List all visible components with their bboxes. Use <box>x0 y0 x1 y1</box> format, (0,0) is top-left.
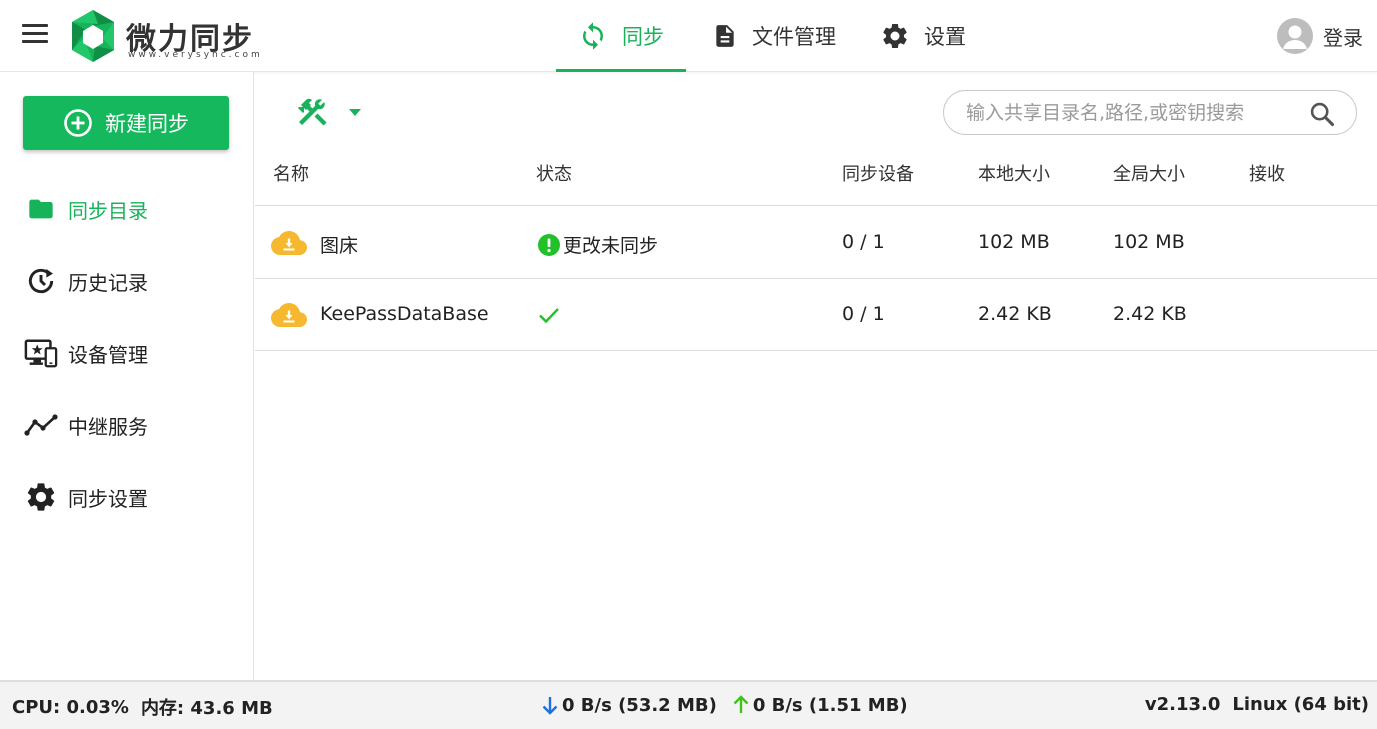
column-header-name[interactable]: 名称 <box>273 160 309 186</box>
sidebar-item-label: 同步设置 <box>68 486 148 511</box>
search-icon[interactable] <box>1308 100 1336 128</box>
status-cell <box>537 303 561 327</box>
sidebar-item-sync-folders[interactable]: 同步目录 <box>0 181 254 237</box>
avatar <box>1277 18 1313 54</box>
document-icon <box>716 25 734 47</box>
os-info: Linux (64 bit) <box>1232 694 1369 715</box>
tab-sync[interactable]: 同步 <box>556 0 686 72</box>
devices-icon <box>24 339 58 368</box>
download-arrow-icon <box>542 697 558 715</box>
folder-name[interactable]: 图床 <box>320 231 358 258</box>
checkmark-icon <box>539 308 559 324</box>
search-box[interactable] <box>943 90 1357 135</box>
search-input[interactable] <box>966 101 1286 124</box>
login-label: 登录 <box>1323 25 1363 50</box>
relay-line-icon <box>24 414 58 436</box>
table-row[interactable]: KeePassDataBase 0 / 1 2.42 KB 2.42 KB <box>255 279 1377 351</box>
column-header-devices[interactable]: 同步设备 <box>842 160 914 186</box>
login-button[interactable]: 登录 <box>1277 16 1363 56</box>
gear-icon <box>883 23 907 48</box>
upload-rate: 0 B/s (1.51 MB) <box>752 694 908 716</box>
new-sync-button[interactable]: 新建同步 <box>23 96 229 150</box>
sidebar-item-label: 中继服务 <box>68 414 148 439</box>
global-size: 102 MB <box>1113 231 1185 253</box>
version-info: v2.13.0 Linux (64 bit) <box>1145 694 1369 715</box>
logo-mark-icon <box>72 10 114 62</box>
app-logo[interactable]: 微力同步 www.verysync.com <box>68 8 268 64</box>
cloud-download-icon <box>271 303 307 327</box>
warning-icon <box>538 233 560 256</box>
plus-circle-icon <box>64 109 92 137</box>
hamburger-menu-icon[interactable] <box>22 24 48 46</box>
top-nav: 同步 文件管理 设置 <box>556 0 988 72</box>
cloud-download-icon <box>271 231 307 255</box>
sidebar-item-history[interactable]: 历史记录 <box>0 253 254 309</box>
history-icon <box>28 268 54 294</box>
sidebar-item-label: 历史记录 <box>68 270 148 295</box>
local-size: 102 MB <box>978 231 1050 253</box>
top-bar: 微力同步 www.verysync.com 同步 文件管理 设置 登录 <box>0 0 1377 72</box>
tab-settings-label: 设置 <box>924 25 966 49</box>
sync-devices-count: 0 / 1 <box>842 231 885 253</box>
column-header-receive[interactable]: 接收 <box>1249 160 1285 186</box>
cpu-usage: CPU: 0.03% <box>12 696 129 718</box>
tools-dropdown-button[interactable] <box>295 94 365 130</box>
folder-name[interactable]: KeePassDataBase <box>320 303 489 325</box>
status-cell: 更改未同步 <box>537 231 658 258</box>
column-header-local-size[interactable]: 本地大小 <box>978 160 1050 186</box>
table-header: 名称 状态 同步设备 本地大小 全局大小 接收 <box>255 146 1377 206</box>
column-header-status[interactable]: 状态 <box>536 160 572 186</box>
table-row[interactable]: 图床 更改未同步 0 / 1 102 MB 102 MB <box>255 207 1377 279</box>
app-window: 微力同步 www.verysync.com 同步 文件管理 设置 登录 新建同步… <box>0 0 1377 729</box>
sidebar-item-relay-service[interactable]: 中继服务 <box>0 397 254 453</box>
tab-file-management-label: 文件管理 <box>752 25 836 49</box>
app-version: v2.13.0 <box>1144 694 1221 715</box>
sync-devices-count: 0 / 1 <box>842 303 885 325</box>
sidebar-item-sync-settings[interactable]: 同步设置 <box>0 469 254 525</box>
status-bar: CPU: 0.03% 内存: 43.6 MB 0 B/s (53.2 MB) 0… <box>0 680 1377 729</box>
global-size: 2.42 KB <box>1113 303 1187 325</box>
upload-arrow-icon <box>733 695 749 713</box>
memory-usage: 内存: 43.6 MB <box>140 698 273 719</box>
sidebar-item-device-management[interactable]: 设备管理 <box>0 325 254 381</box>
main-content: 名称 状态 同步设备 本地大小 全局大小 接收 图床 更改未同步 <box>255 72 1377 680</box>
tab-settings[interactable]: 设置 <box>858 0 988 72</box>
new-sync-label: 新建同步 <box>105 112 189 136</box>
tab-sync-label: 同步 <box>622 25 664 49</box>
tools-icon <box>297 98 327 126</box>
column-header-global-size[interactable]: 全局大小 <box>1113 160 1185 186</box>
gear-icon <box>27 483 55 511</box>
download-rate: 0 B/s (53.2 MB) <box>562 694 717 716</box>
sidebar-item-label: 同步目录 <box>68 198 148 223</box>
local-size: 2.42 KB <box>978 303 1052 325</box>
user-icon <box>1283 25 1307 49</box>
caret-down-icon <box>349 109 361 116</box>
folder-icon <box>29 199 53 219</box>
sidebar: 新建同步 同步目录 历史记录 设备管理 中继服务 同步设置 <box>0 72 254 680</box>
status-text: 更改未同步 <box>563 235 659 257</box>
logo-subtitle: www.verysync.com <box>128 50 263 60</box>
tab-file-management[interactable]: 文件管理 <box>690 0 858 72</box>
sidebar-item-label: 设备管理 <box>68 342 148 367</box>
transfer-rates: 0 B/s (53.2 MB) 0 B/s (1.51 MB) <box>540 694 908 716</box>
sync-icon <box>583 22 603 50</box>
resource-usage: CPU: 0.03% 内存: 43.6 MB <box>12 694 273 720</box>
